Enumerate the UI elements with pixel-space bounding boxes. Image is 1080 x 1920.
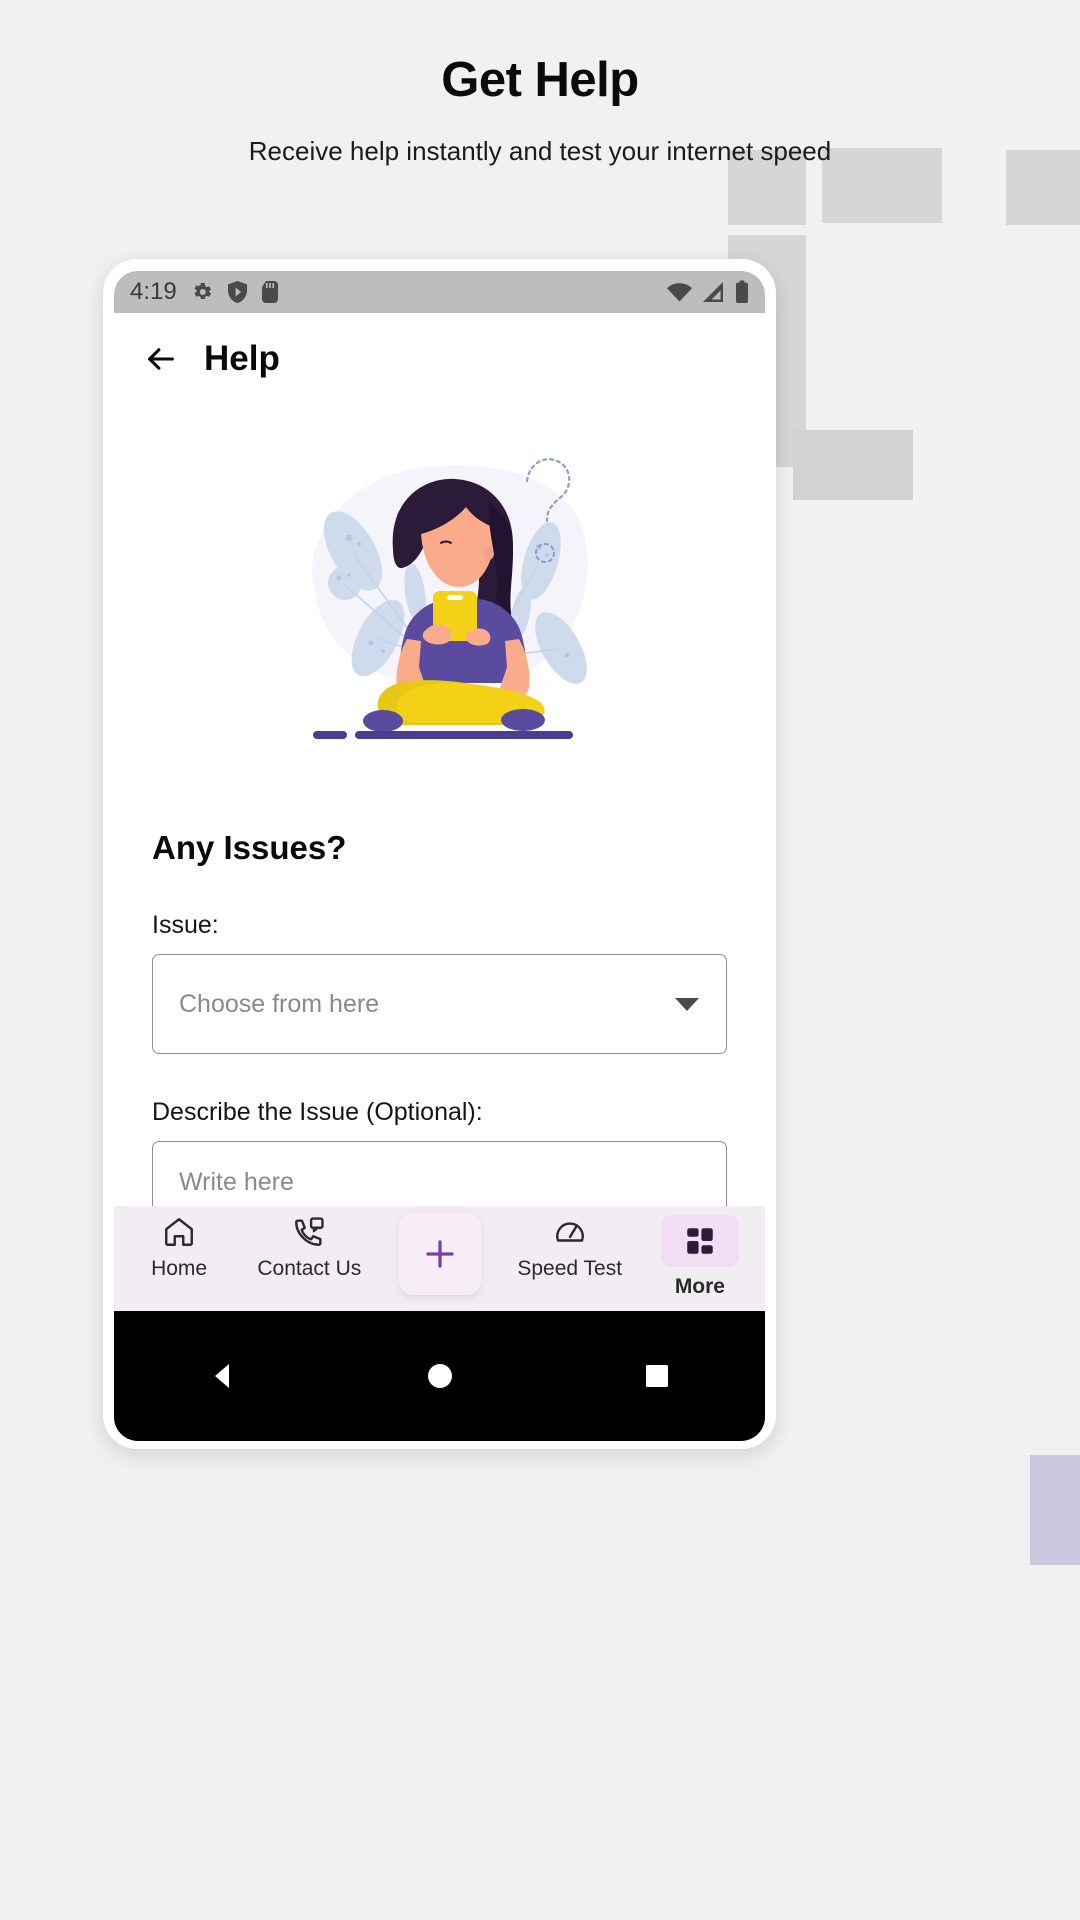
phone-message-icon	[295, 1217, 324, 1246]
home-icon	[165, 1218, 194, 1246]
nav-item-add[interactable]	[374, 1213, 504, 1303]
wifi-icon	[667, 283, 692, 302]
cell-signal-icon	[703, 282, 723, 302]
nav-label-home: Home	[151, 1257, 208, 1280]
decorative-square	[1030, 1455, 1080, 1565]
woman-with-phone-illustration	[311, 458, 588, 739]
phone-mockup: 4:19 Help Any Issues? Issue: Choose from…	[103, 259, 776, 1449]
gear-icon	[194, 283, 211, 299]
issue-dropdown[interactable]: Choose from here	[152, 954, 727, 1054]
nav-item-more[interactable]: More	[635, 1215, 765, 1299]
status-bar-left: 4:19	[130, 278, 279, 306]
back-triangle-button[interactable]	[206, 1359, 240, 1393]
status-bar-right	[666, 280, 749, 304]
more-active-pill	[660, 1215, 739, 1267]
android-system-nav	[114, 1311, 765, 1441]
issue-field-label: Issue:	[152, 911, 219, 939]
recents-square-button[interactable]	[640, 1359, 674, 1393]
nav-label-more: More	[674, 1275, 725, 1298]
section-title: Any Issues?	[152, 829, 347, 866]
page-subtitle: Receive help instantly and test your int…	[248, 136, 832, 166]
page-title: Get Help	[441, 53, 639, 107]
app-bar: Help	[114, 313, 765, 405]
nav-label-speed-test: Speed Test	[517, 1257, 623, 1280]
add-button[interactable]	[398, 1213, 481, 1295]
grid-icon	[687, 1228, 713, 1254]
back-arrow-icon[interactable]	[144, 342, 178, 376]
nav-item-speed-test[interactable]: Speed Test	[505, 1215, 635, 1281]
bottom-navigation: Home Contact Us Speed Test More	[114, 1206, 765, 1311]
home-circle-button[interactable]	[423, 1359, 457, 1393]
plus-icon	[425, 1240, 454, 1268]
status-clock: 4:19	[130, 278, 177, 305]
phone-screen: 4:19 Help Any Issues? Issue: Choose from…	[114, 271, 765, 1441]
status-bar: 4:19	[114, 271, 765, 313]
issue-dropdown-placeholder: Choose from here	[179, 989, 380, 1018]
nav-label-contact-us: Contact Us	[257, 1257, 362, 1280]
page-root: Get Help Receive help instantly and test…	[0, 0, 1080, 1920]
describe-textarea-placeholder: Write here	[179, 1168, 294, 1196]
describe-field-label: Describe the Issue (Optional):	[152, 1098, 483, 1126]
help-illustration	[152, 413, 727, 773]
battery-icon	[736, 280, 748, 303]
shield-play-icon	[227, 281, 247, 303]
decorative-square	[793, 430, 913, 500]
nav-item-contact-us[interactable]: Contact Us	[244, 1215, 374, 1281]
app-bar-title: Help	[204, 339, 280, 378]
sd-card-icon	[261, 281, 278, 303]
chevron-down-icon[interactable]	[674, 996, 700, 1012]
nav-item-home[interactable]: Home	[114, 1215, 244, 1281]
speedometer-icon	[555, 1222, 584, 1242]
